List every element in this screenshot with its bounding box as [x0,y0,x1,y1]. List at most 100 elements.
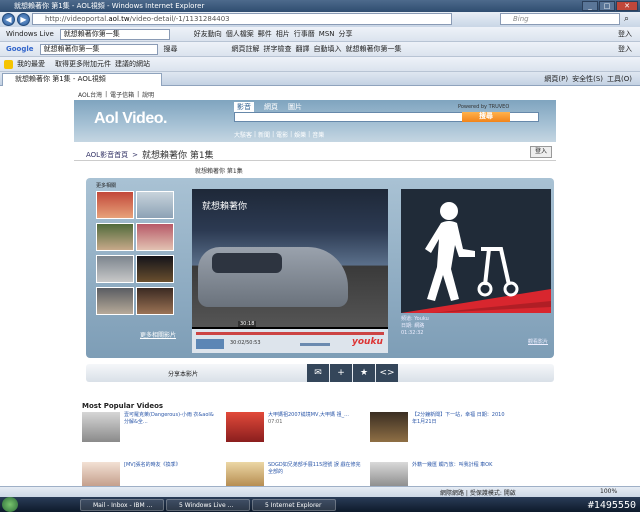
popular-item[interactable]: 【2分鐘新聞】下一站，幸福 日期：2010年1月21日 [370,412,510,444]
wl-item[interactable]: 分享 [337,29,355,39]
taskbar-item[interactable]: Mail - Inbox - IBM ... [80,499,164,511]
taskbar-item-label: 5 Windows Live ... [179,502,234,509]
windows-live-signin[interactable]: 登入 [616,29,634,39]
minimize-button[interactable]: _ [582,1,598,11]
more-related-label: 更多相關 [96,183,117,189]
more-related-link[interactable]: 更多相關影片 [140,330,176,339]
command-item[interactable]: 安全性(S) [570,74,605,84]
category-link[interactable]: 娛樂 [294,130,306,139]
favorites-label[interactable]: 我的最愛 [15,59,47,69]
url-input[interactable]: http://videoportal.aol.tw/video-detail/-… [32,13,452,25]
popular-item-time: 07:01 [268,419,283,425]
maximize-button[interactable]: □ [599,1,615,11]
popular-item-title[interactable]: 外籍一幾匯 觸乃放：叫我計程 車OK [412,462,506,469]
popular-thumbnail[interactable] [226,412,264,442]
volume-slider[interactable] [300,343,330,346]
taskbar-item[interactable]: 5 Windows Live ... [166,499,250,511]
popular-thumbnail[interactable] [82,462,120,486]
aol-logo[interactable]: Aol Video. [94,110,167,128]
popular-title: Most Popular Videos [82,402,164,410]
google-item[interactable]: 網頁註解 [230,44,262,54]
email-icon[interactable]: ✉ [307,364,329,382]
windows-live-label[interactable]: Windows Live [4,30,56,38]
topnav-link[interactable]: 說明 [142,90,154,99]
category-link[interactable]: 新聞 [258,130,270,139]
popular-thumbnail[interactable] [226,462,264,486]
wl-item[interactable]: 郵件 [256,29,274,39]
popular-item[interactable]: 外籍一幾匯 觸乃放：叫我計程 車OK [370,462,510,486]
category-link[interactable]: 音樂 [312,130,324,139]
zoom-level[interactable]: 100% [600,488,617,495]
wl-item[interactable]: 行事曆 [292,29,317,39]
search-tab[interactable]: 網頁 [264,102,278,112]
wl-item[interactable]: 個人檔案 [224,29,256,39]
related-thumbnail[interactable] [96,223,134,251]
search-tab[interactable]: 影音 [234,102,254,112]
favorites-item[interactable]: 取得更多附加元件 [53,59,113,69]
login-button[interactable]: 登入 [530,146,552,158]
close-button[interactable]: ✕ [616,1,638,11]
ad-banner[interactable] [401,189,551,313]
windows-live-search-field[interactable]: 就想賴著你第一集 [59,28,170,40]
google-item[interactable]: 自動填入 [312,44,344,54]
back-button[interactable]: ◀ [2,13,15,26]
google-item[interactable]: 就想賴著你第一集 [344,44,404,54]
topnav-link[interactable]: 電子信箱 [110,90,134,99]
embed-icon[interactable]: <> [376,364,398,382]
command-item[interactable]: 工具(O) [605,74,634,84]
popular-item[interactable]: 大甲媽祖2007繞境MV,大甲媽 祖_... 07:01 [226,412,366,444]
google-search-field[interactable]: 就想賴著你第一集 [39,43,158,55]
wl-item[interactable]: 好友動向 [192,29,224,39]
popular-item-title[interactable]: 【2分鐘新聞】下一站，幸福 日期：2010年1月21日 [412,412,506,426]
popular-thumbnail[interactable] [370,462,408,486]
related-thumbnail[interactable] [96,191,134,219]
time-display: 30:02/50:53 [230,340,261,346]
taskbar-item[interactable]: 5 Internet Explorer [252,499,336,511]
command-item[interactable]: 網頁(P) [542,74,570,84]
favorite-icon[interactable]: ★ [353,364,375,382]
wl-item[interactable]: 相片 [274,29,292,39]
forward-button[interactable]: ▶ [17,13,30,26]
aol-search-button[interactable]: 搜尋 [462,112,510,122]
popular-item[interactable]: 壹可羅克萊(Dangerous)-小雨 衣&aol&分解&全... [82,412,222,444]
related-thumbnail[interactable] [136,287,174,315]
google-toolbar: Google 就想賴著你第一集 搜尋 網頁註解 拼字檢查 翻譯 自動填入 就想賴… [0,42,640,57]
wl-item[interactable]: MSN [317,30,337,38]
related-thumbnail[interactable] [136,255,174,283]
google-label[interactable]: Google [4,45,36,53]
favorites-item[interactable]: 建議的網站 [113,59,152,69]
related-thumbnail[interactable] [96,255,134,283]
tab-active[interactable]: 就想賴著你 第1集 - AOL視頻 [2,73,162,86]
search-tab[interactable]: 圖片 [288,102,302,112]
google-item[interactable]: 翻譯 [294,44,312,54]
play-button[interactable] [196,339,224,349]
popular-item[interactable]: [MV]張名的時友《換季》 [82,462,222,486]
breadcrumb-home[interactable]: AOL影音首頁 [86,150,128,160]
search-input[interactable]: Bing [500,13,620,25]
progress-bar[interactable] [196,332,384,335]
google-signin[interactable]: 登入 [616,44,634,54]
popular-item-title[interactable]: SDGD如兄弟部手展115證號 誤 戲在修完全部的 [268,462,362,476]
address-bar: ◀ ▶ http://videoportal.aol.tw/video-deta… [0,12,640,27]
category-links: 大駭客 | 新聞 | 電影 | 娛樂 | 音樂 [234,130,325,139]
ad-link[interactable]: 觀看影片 [528,338,548,345]
related-thumbnail[interactable] [136,223,174,251]
popular-thumbnail[interactable] [370,412,408,442]
search-icon[interactable]: ⌕ [624,14,629,24]
google-item[interactable]: 拼字檢查 [262,44,294,54]
google-search-button[interactable]: 搜尋 [162,44,180,54]
topnav-link[interactable]: AOL台灣 [78,90,102,99]
popular-item-title[interactable]: 壹可羅克萊(Dangerous)-小雨 衣&aol&分解&全... [124,412,218,426]
category-link[interactable]: 電影 [276,130,288,139]
related-thumbnail[interactable] [96,287,134,315]
add-icon[interactable]: + [330,364,352,382]
video-player[interactable]: 就想賴著你 30:18 30:02/50:53 youku [192,189,388,353]
popular-item-title[interactable]: 大甲媽祖2007繞境MV,大甲媽 祖_... [268,412,349,418]
popular-item[interactable]: SDGD如兄弟部手展115證號 誤 戲在修完全部的 [226,462,366,486]
popular-item-title[interactable]: [MV]張名的時友《換季》 [124,462,218,469]
category-link[interactable]: 大駭客 [234,130,252,139]
popular-thumbnail[interactable] [82,412,120,442]
start-button[interactable] [2,497,18,512]
video-screen[interactable]: 就想賴著你 [192,189,388,327]
related-thumbnail[interactable] [136,191,174,219]
